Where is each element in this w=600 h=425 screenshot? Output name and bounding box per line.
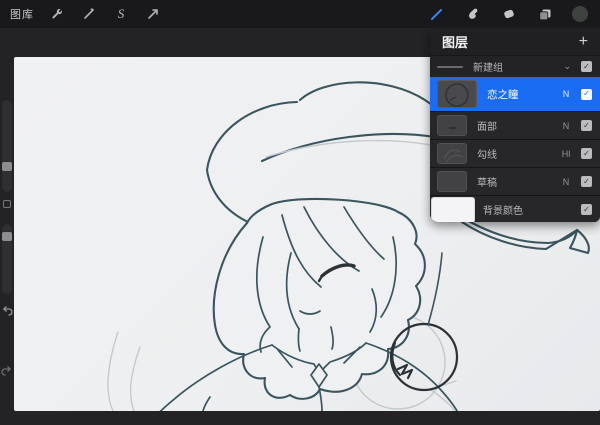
smudge-finger-icon[interactable] <box>464 5 482 23</box>
layers-panel-title: 图层 <box>442 32 468 51</box>
color-swatch-button[interactable] <box>572 6 588 22</box>
undo-icon[interactable] <box>1 304 13 322</box>
layer-name: 背景颜色 <box>483 202 581 217</box>
chevron-down-icon[interactable]: ⌄ <box>563 61 571 72</box>
layer-visibility-checkbox[interactable]: ✓ <box>581 148 592 159</box>
modify-button[interactable] <box>3 200 11 208</box>
blend-mode-badge[interactable]: N <box>559 177 573 187</box>
top-toolbar: 图库 S <box>0 0 600 28</box>
transform-arrow-icon[interactable] <box>144 5 162 23</box>
layer-thumbnail <box>437 143 467 164</box>
layers-panel: 图层 + 新建组 ⌄ ✓ 恋之瞳 N ✓ <box>430 28 600 222</box>
layer-visibility-checkbox[interactable]: ✓ <box>581 120 592 131</box>
layer-group-row[interactable]: 新建组 ⌄ ✓ <box>430 55 600 77</box>
magic-wand-adjustments-icon[interactable] <box>80 5 98 23</box>
blend-mode-badge[interactable]: N <box>559 121 573 131</box>
layer-visibility-checkbox[interactable]: ✓ <box>581 89 592 100</box>
layer-visibility-checkbox[interactable]: ✓ <box>581 204 592 215</box>
left-sidebar <box>0 28 14 425</box>
layer-name: 恋之瞳 <box>487 87 559 102</box>
wrench-actions-icon[interactable] <box>48 5 66 23</box>
layer-thumbnail <box>437 171 467 192</box>
layer-visibility-checkbox[interactable]: ✓ <box>581 176 592 187</box>
layer-row[interactable]: 勾线 Hl ✓ <box>430 139 600 167</box>
layer-name: 勾线 <box>477 146 559 161</box>
layer-row[interactable]: 草稿 N ✓ <box>430 167 600 195</box>
group-visibility-checkbox[interactable]: ✓ <box>581 61 592 72</box>
layers-stack-icon[interactable] <box>536 5 554 23</box>
add-layer-button[interactable]: + <box>579 34 588 50</box>
group-name: 新建组 <box>473 59 563 74</box>
brush-size-handle[interactable] <box>2 162 12 171</box>
opacity-handle[interactable] <box>2 232 12 241</box>
layer-thumbnail <box>437 115 467 136</box>
gallery-button[interactable]: 图库 <box>10 6 34 22</box>
brush-size-slider[interactable] <box>2 100 12 192</box>
procreate-app: 图库 S <box>0 0 600 425</box>
layer-row[interactable]: 面部 N ✓ <box>430 111 600 139</box>
layer-name: 草稿 <box>477 174 559 189</box>
eraser-icon[interactable] <box>500 5 518 23</box>
blend-mode-badge[interactable]: Hl <box>559 149 573 159</box>
blend-mode-badge[interactable]: N <box>559 89 573 99</box>
redo-icon[interactable] <box>1 364 13 382</box>
background-color-row[interactable]: 背景颜色 ✓ <box>430 195 600 222</box>
paint-brush-icon[interactable] <box>428 5 446 23</box>
layer-row-selected[interactable]: 恋之瞳 N ✓ <box>430 77 600 111</box>
group-thumb-dash <box>437 66 463 68</box>
background-color-thumbnail <box>431 197 475 223</box>
selection-s-icon[interactable]: S <box>112 5 130 23</box>
layer-name: 面部 <box>477 118 559 133</box>
layer-thumbnail <box>437 80 477 108</box>
